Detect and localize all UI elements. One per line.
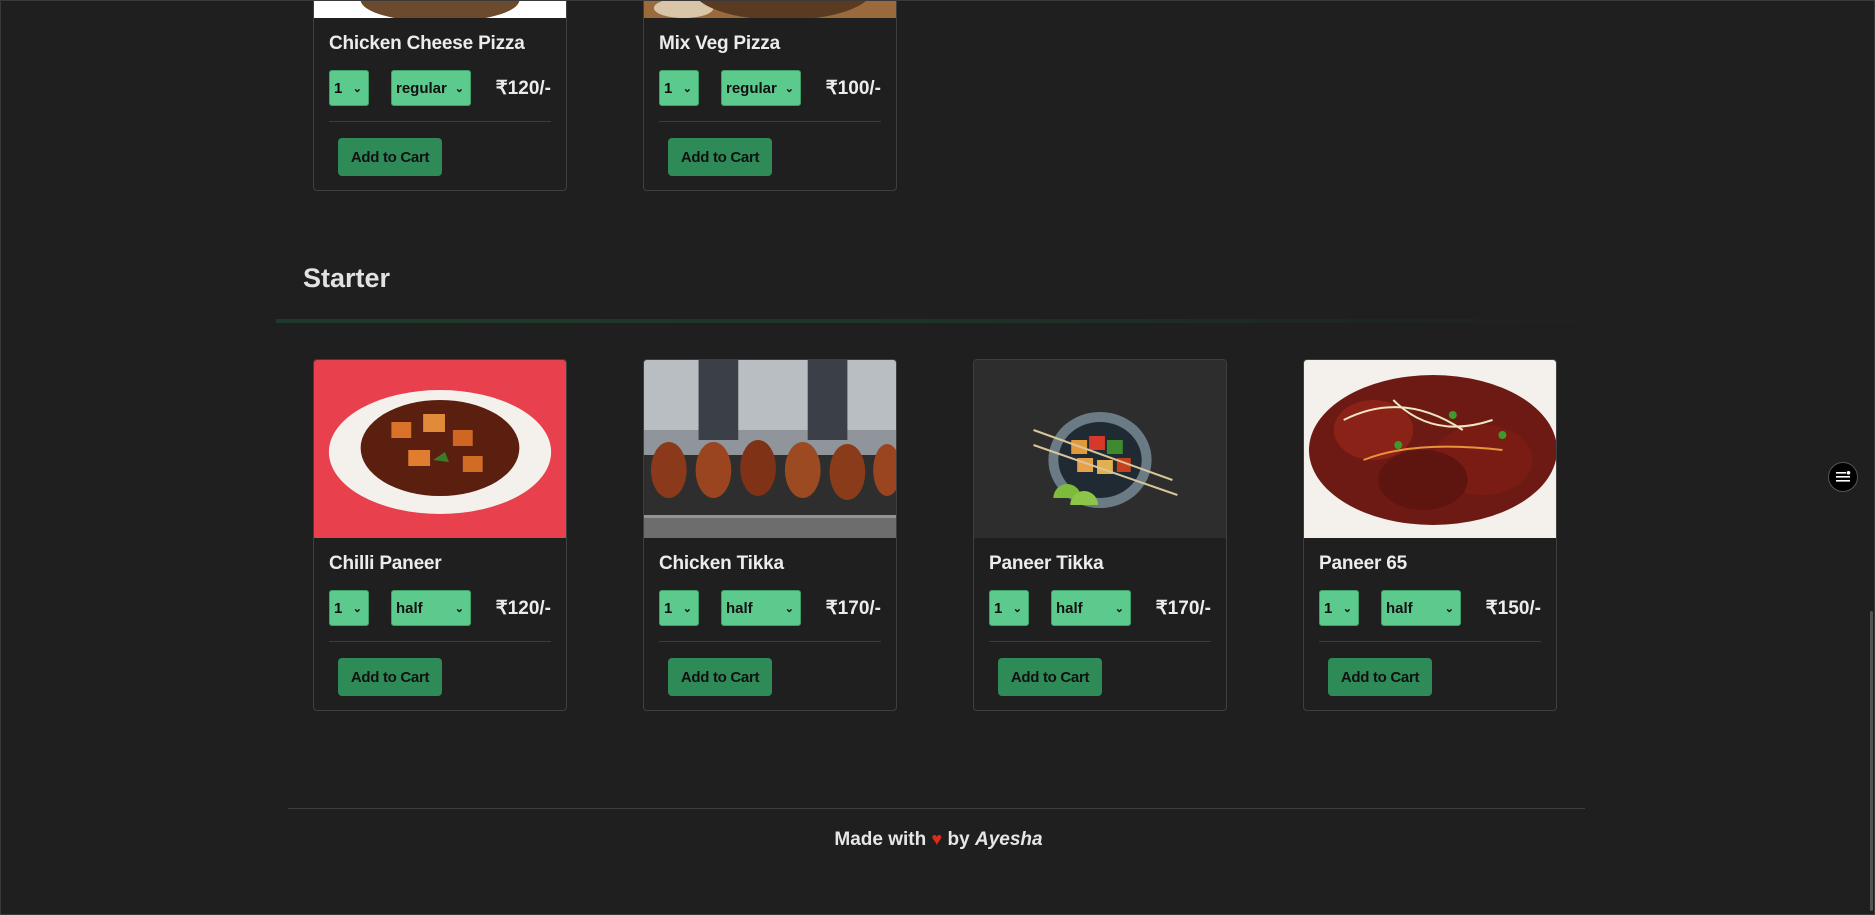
- chevron-down-icon: ⌄: [1444, 602, 1454, 615]
- divider: [659, 641, 881, 642]
- food-image: [644, 360, 896, 538]
- size-select[interactable]: regular ⌄: [391, 70, 471, 106]
- section-title: Starter: [303, 263, 391, 293]
- price: ₹120/-: [495, 77, 551, 99]
- size-select[interactable]: half ⌄: [1051, 590, 1131, 626]
- food-name: Chilli Paneer: [329, 553, 442, 574]
- food-image: [644, 1, 896, 18]
- size-select[interactable]: half ⌄: [391, 590, 471, 626]
- chevron-down-icon: ⌄: [682, 602, 692, 615]
- chevron-down-icon: ⌄: [784, 82, 794, 95]
- size-select[interactable]: half ⌄: [1381, 590, 1461, 626]
- food-card-paneer-tikka: Paneer Tikka 1 ⌄ half ⌄ ₹170/- Add to Cart: [973, 359, 1227, 711]
- size-select[interactable]: regular ⌄: [721, 70, 801, 106]
- chevron-down-icon: ⌄: [352, 602, 362, 615]
- divider: [329, 641, 551, 642]
- chevron-down-icon: ⌄: [454, 602, 464, 615]
- chevron-down-icon: ⌄: [352, 82, 362, 95]
- food-card-chicken-cheese-pizza: Chicken Cheese Pizza 1 ⌄ regular ⌄ ₹120/- …: [313, 1, 567, 191]
- options-row: 1 ⌄ half ⌄ ₹170/-: [659, 589, 896, 627]
- food-card-paneer-65: Paneer 65 1 ⌄ half ⌄ ₹150/- Add to Cart: [1303, 359, 1557, 711]
- chevron-down-icon: ⌄: [1114, 602, 1124, 615]
- price: ₹170/-: [1155, 597, 1211, 619]
- food-card-chicken-tikka: Chicken Tikka 1 ⌄ half ⌄ ₹170/- Add to Car…: [643, 359, 897, 711]
- footer: Made with ♥ by Ayesha: [1, 829, 1874, 851]
- food-image: [314, 1, 566, 18]
- price: ₹150/-: [1485, 597, 1541, 619]
- price: ₹100/-: [825, 77, 881, 99]
- price: ₹120/-: [495, 597, 551, 619]
- quantity-select[interactable]: 1 ⌄: [659, 70, 699, 106]
- add-to-cart-button[interactable]: Add to Cart: [998, 658, 1102, 696]
- price: ₹170/-: [825, 597, 881, 619]
- food-name: Paneer 65: [1319, 553, 1407, 574]
- food-image: [314, 360, 566, 538]
- quantity-select[interactable]: 1 ⌄: [329, 590, 369, 626]
- chevron-down-icon: ⌄: [1342, 602, 1352, 615]
- add-to-cart-button[interactable]: Add to Cart: [668, 138, 772, 176]
- chevron-down-icon: ⌄: [1012, 602, 1022, 615]
- food-card-chilli-paneer: Chilli Paneer 1 ⌄ half ⌄ ₹120/- Add to Car…: [313, 359, 567, 711]
- quantity-select[interactable]: 1 ⌄: [329, 70, 369, 106]
- heart-icon: ♥: [931, 829, 943, 849]
- add-to-cart-button[interactable]: Add to Cart: [338, 658, 442, 696]
- divider: [329, 121, 551, 122]
- section-divider: [276, 319, 1596, 323]
- food-card-mix-veg-pizza: Mix Veg Pizza 1 ⌄ regular ⌄ ₹100/- Add to …: [643, 1, 897, 191]
- food-name: Mix Veg Pizza: [659, 33, 780, 54]
- quantity-select[interactable]: 1 ⌄: [989, 590, 1029, 626]
- footer-author: Ayesha: [974, 829, 1043, 850]
- footer-made-with: Made with: [834, 829, 927, 850]
- food-name: Chicken Tikka: [659, 553, 784, 574]
- add-to-cart-button[interactable]: Add to Cart: [1328, 658, 1432, 696]
- page-viewport: Chicken Cheese Pizza 1 ⌄ regular ⌄ ₹120/- …: [0, 0, 1875, 915]
- chevron-down-icon: ⌄: [784, 602, 794, 615]
- food-name: Chicken Cheese Pizza: [329, 33, 525, 54]
- quantity-select[interactable]: 1 ⌄: [659, 590, 699, 626]
- footer-by: by: [947, 829, 970, 850]
- divider: [989, 641, 1211, 642]
- quantity-select[interactable]: 1 ⌄: [1319, 590, 1359, 626]
- options-row: 1 ⌄ half ⌄ ₹150/-: [1319, 589, 1556, 627]
- add-to-cart-button[interactable]: Add to Cart: [668, 658, 772, 696]
- scrollbar-thumb[interactable]: [1870, 611, 1873, 911]
- add-to-cart-button[interactable]: Add to Cart: [338, 138, 442, 176]
- divider: [659, 121, 881, 122]
- menu-button[interactable]: [1828, 462, 1858, 492]
- size-select[interactable]: half ⌄: [721, 590, 801, 626]
- menu-list-icon: [1836, 471, 1851, 482]
- food-image: [1304, 360, 1556, 538]
- chevron-down-icon: ⌄: [682, 82, 692, 95]
- food-name: Paneer Tikka: [989, 553, 1104, 574]
- chevron-down-icon: ⌄: [454, 82, 464, 95]
- options-row: 1 ⌄ regular ⌄ ₹120/-: [329, 69, 566, 107]
- options-row: 1 ⌄ regular ⌄ ₹100/-: [659, 69, 896, 107]
- options-row: 1 ⌄ half ⌄ ₹170/-: [989, 589, 1226, 627]
- food-image: [974, 360, 1226, 538]
- options-row: 1 ⌄ half ⌄ ₹120/-: [329, 589, 566, 627]
- footer-divider: [288, 808, 1585, 809]
- divider: [1319, 641, 1541, 642]
